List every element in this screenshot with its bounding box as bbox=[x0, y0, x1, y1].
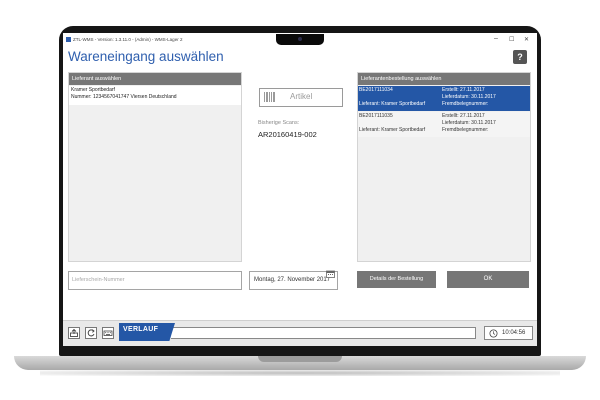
supplier-list-item[interactable]: Kramer Sportbedarf Nummer: 1234567041747… bbox=[69, 86, 241, 105]
help-button[interactable]: ? bbox=[513, 50, 527, 64]
scans-label: Bisherige Scans: bbox=[258, 120, 300, 126]
order-delivery-date: Lieferdatum: 30.11.2017 bbox=[442, 120, 496, 126]
clock-icon bbox=[489, 329, 498, 338]
order-number: BE2017111035 bbox=[359, 113, 393, 119]
supplier-panel: Lieferant auswählen Kramer Sportbedarf N… bbox=[68, 72, 242, 262]
order-number: BE2017111034 bbox=[359, 87, 393, 93]
minimize-button[interactable]: – bbox=[494, 35, 498, 42]
order-panel: Lieferantenbestellung auswählen BE201711… bbox=[357, 72, 531, 262]
laptop-shadow bbox=[40, 370, 560, 376]
ok-button[interactable]: OK bbox=[447, 271, 529, 288]
order-panel-header: Lieferantenbestellung auswählen bbox=[358, 73, 530, 85]
artikel-scan-field[interactable]: Artikel bbox=[259, 88, 343, 107]
order-created: Erstellt: 27.11.2017 bbox=[442, 87, 485, 93]
order-list-item[interactable]: BE2017111035 Erstellt: 27.11.2017 Liefer… bbox=[358, 112, 530, 137]
order-details-button[interactable]: Details der Bestellung bbox=[357, 271, 436, 288]
refresh-icon bbox=[87, 329, 95, 337]
keyboard-button[interactable] bbox=[102, 327, 114, 339]
history-tab[interactable]: VERLAUF bbox=[119, 323, 175, 341]
history-bar bbox=[171, 327, 476, 339]
supplier-detail: Nummer: 1234567041747 Viersen Deutschlan… bbox=[71, 93, 177, 100]
bottom-toolbar: VERLAUF 10:04:56 bbox=[63, 320, 537, 346]
artikel-label: Artikel bbox=[290, 92, 313, 101]
order-supplier: Lieferant: Kramer Sportbedarf bbox=[359, 101, 426, 107]
order-foreign-number: Fremdbelegnummer: bbox=[442, 101, 489, 107]
camera-notch bbox=[276, 34, 324, 45]
keyboard-icon bbox=[103, 330, 113, 336]
supplier-panel-header: Lieferant auswählen bbox=[69, 73, 241, 85]
maximize-button[interactable]: ☐ bbox=[509, 36, 514, 43]
laptop-base-notch bbox=[258, 356, 342, 362]
clock: 10:04:56 bbox=[484, 326, 533, 340]
order-created: Erstellt: 27.11.2017 bbox=[442, 113, 485, 119]
camera-icon bbox=[298, 37, 302, 41]
date-value: Montag, 27. November 2017 bbox=[254, 277, 331, 283]
refresh-button[interactable] bbox=[85, 327, 97, 339]
last-scan-value: AR20160419-002 bbox=[258, 130, 317, 139]
clock-time: 10:04:56 bbox=[502, 330, 526, 336]
close-button[interactable]: ✕ bbox=[524, 36, 529, 43]
order-foreign-number: Fremdbelegnummer: bbox=[442, 127, 489, 133]
order-supplier: Lieferant: Kramer Sportbedarf bbox=[359, 127, 426, 133]
window-title: ZTL-WMS - Version: 1.3.11.0 - (Admin) - … bbox=[73, 37, 183, 42]
calendar-icon[interactable] bbox=[326, 270, 335, 278]
barcode-icon bbox=[264, 92, 275, 102]
date-picker[interactable]: Montag, 27. November 2017 bbox=[249, 270, 338, 290]
app-logo-icon bbox=[66, 37, 71, 42]
delivery-note-input[interactable] bbox=[72, 275, 232, 285]
page-title: Wareneingang auswählen bbox=[68, 49, 224, 64]
delivery-note-field[interactable] bbox=[68, 271, 242, 290]
order-delivery-date: Lieferdatum: 30.11.2017 bbox=[442, 94, 496, 100]
order-list-item-selected[interactable]: BE2017111034 Erstellt: 27.11.2017 Liefer… bbox=[358, 86, 530, 111]
app-window: ZTL-WMS - Version: 1.3.11.0 - (Admin) - … bbox=[63, 33, 537, 346]
home-button[interactable] bbox=[68, 327, 80, 339]
upload-icon bbox=[70, 328, 78, 337]
